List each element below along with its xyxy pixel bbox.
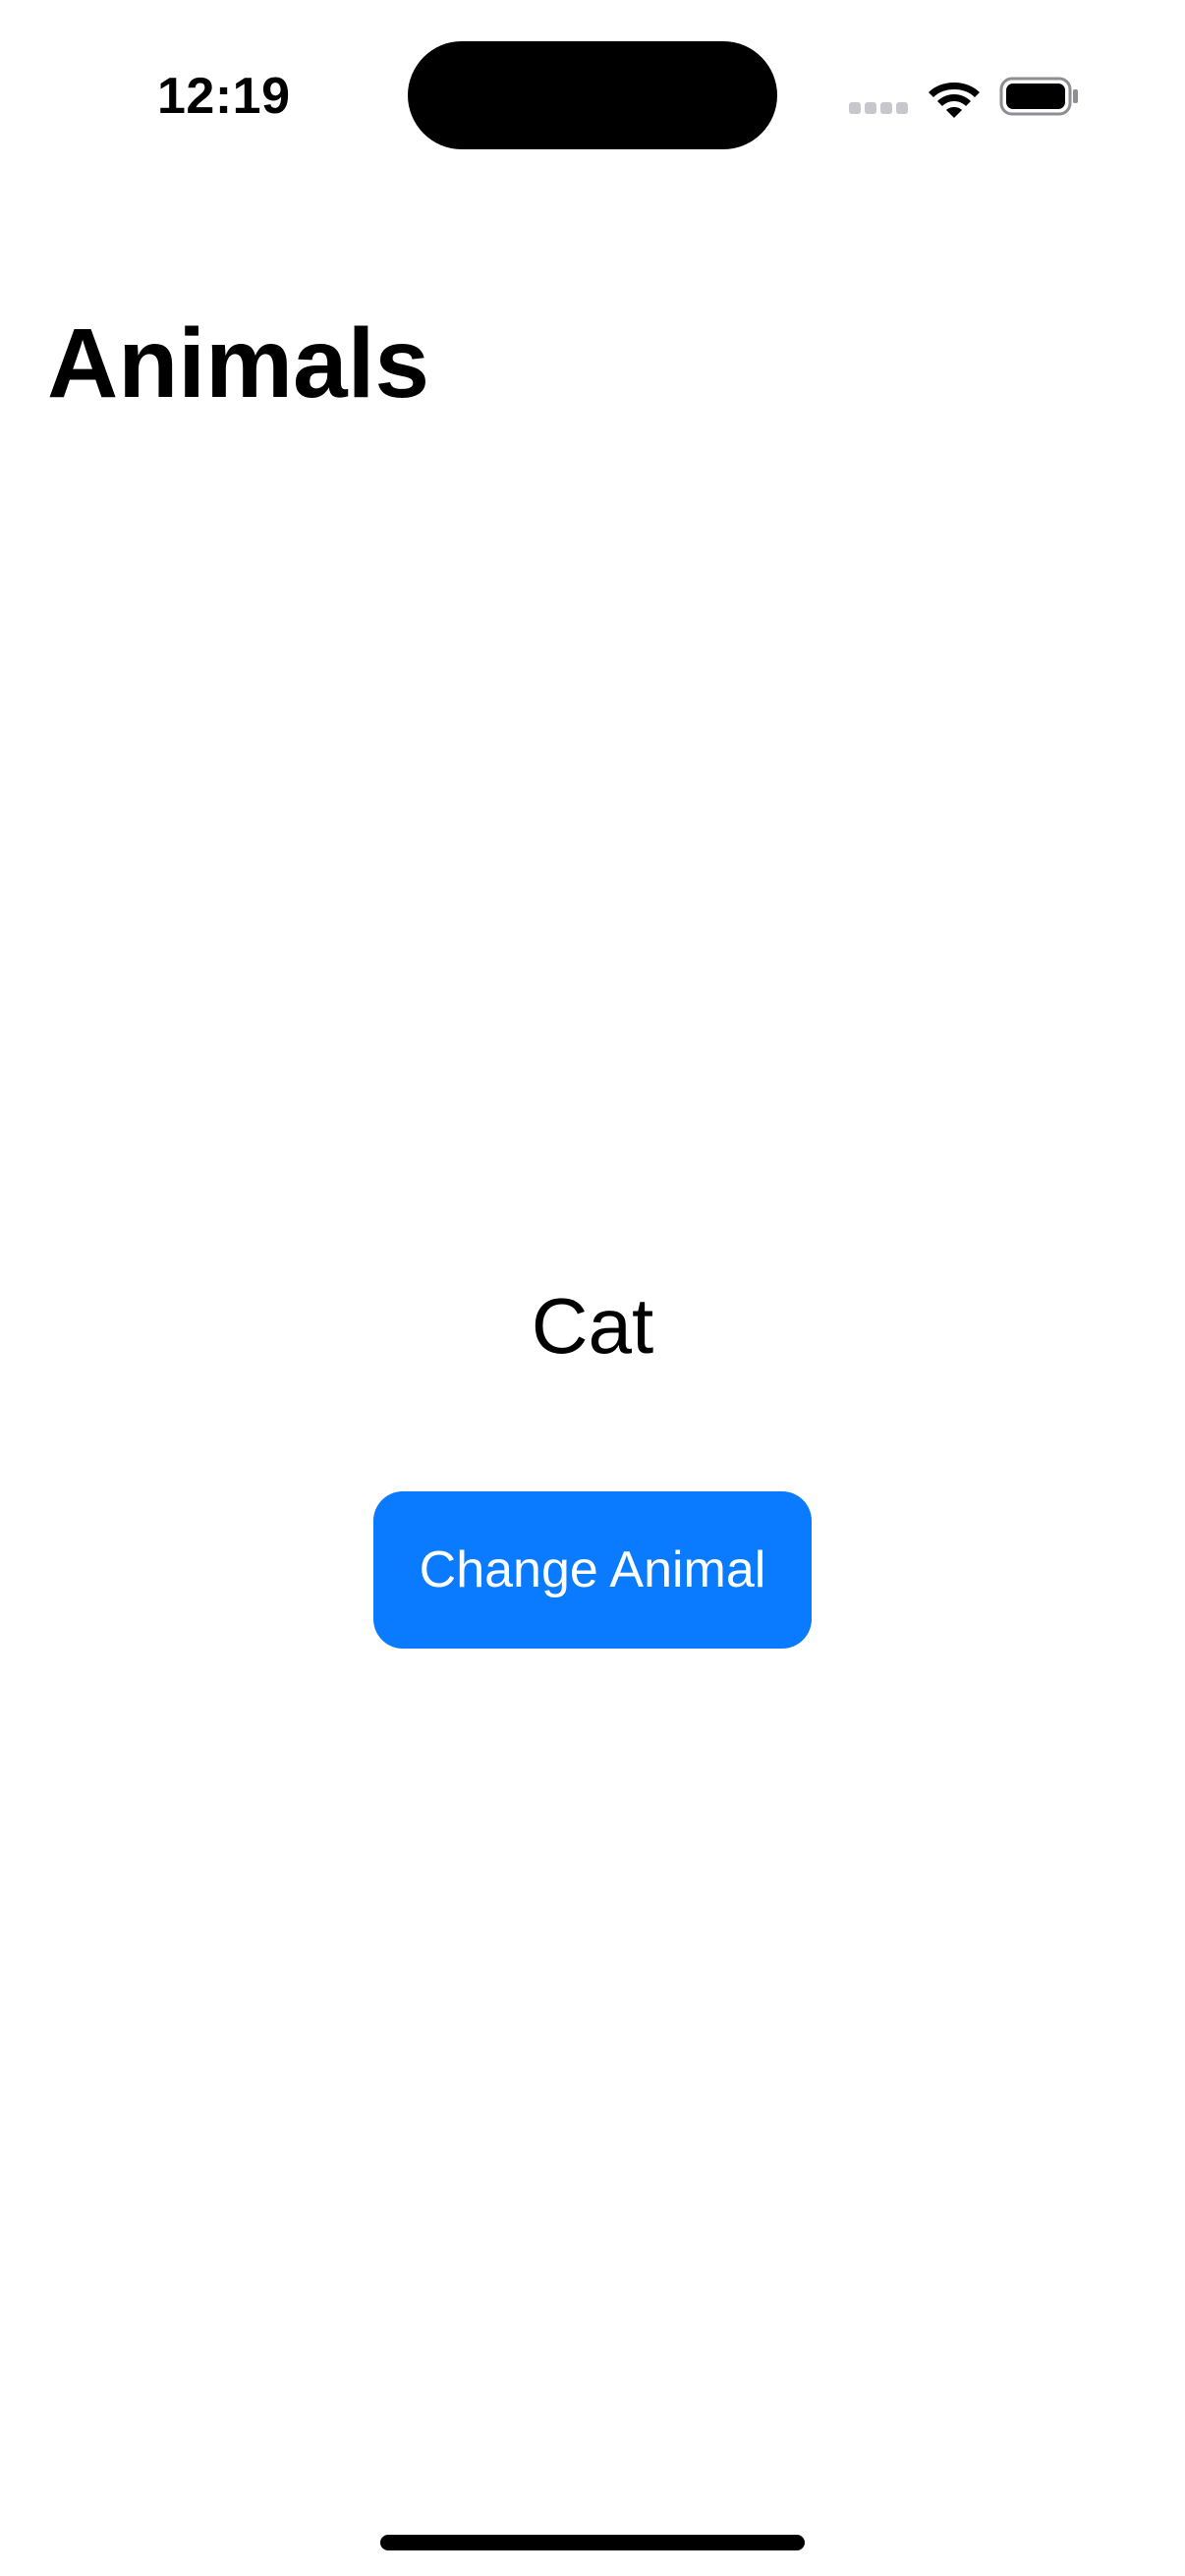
page-title: Animals [47,308,430,419]
home-indicator[interactable] [380,2535,805,2550]
status-time: 12:19 [157,68,291,125]
battery-icon [999,77,1078,116]
animal-name-label: Cat [531,1282,654,1370]
status-bar: 12:19 [0,0,1185,196]
change-animal-button[interactable]: Change Animal [373,1491,812,1649]
dynamic-island [408,41,777,149]
cellular-signal-icon [849,102,910,116]
wifi-icon [929,83,980,118]
